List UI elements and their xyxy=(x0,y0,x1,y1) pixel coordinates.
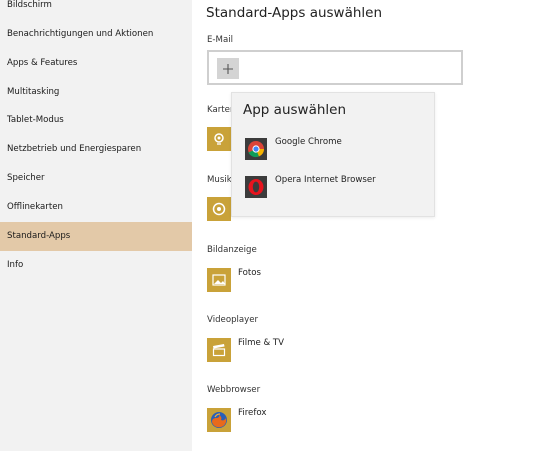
email-label: E-Mail xyxy=(207,35,233,45)
email-default-app-box[interactable] xyxy=(207,50,463,85)
sidebar-item-tablet-modus[interactable]: Tablet-Modus xyxy=(0,106,192,135)
photo-icon xyxy=(207,268,231,292)
music-disc-icon xyxy=(207,197,231,221)
opera-icon xyxy=(244,175,268,199)
video-app-name: Filme & TV xyxy=(238,338,285,348)
browser-label: Webbrowser xyxy=(207,385,261,395)
sidebar-item-netzbetrieb[interactable]: Netzbetrieb und Energiesparen xyxy=(0,135,192,164)
browser-app-name: Firefox xyxy=(238,408,267,418)
firefox-icon xyxy=(207,408,231,432)
photos-app-name: Fotos xyxy=(238,268,261,278)
flyout-item-label: Google Chrome xyxy=(275,137,342,147)
main-content: Standard-Apps auswählen E-Mail Karten Mu… xyxy=(192,0,555,451)
settings-sidebar: Bildschirm Benachrichtigungen und Aktion… xyxy=(0,0,192,451)
sidebar-item-offlinekarten[interactable]: Offlinekarten xyxy=(0,193,192,222)
flyout-item-label: Opera Internet Browser xyxy=(275,175,376,185)
flyout-item-opera[interactable]: Opera Internet Browser xyxy=(244,175,429,199)
app-picker-flyout: App auswählen Google Chrome Opera Intern… xyxy=(231,92,435,217)
video-label: Videoplayer xyxy=(207,315,259,325)
sidebar-item-multitasking[interactable]: Multitasking xyxy=(0,78,192,107)
flyout-item-google-chrome[interactable]: Google Chrome xyxy=(244,137,429,161)
page-title: Standard-Apps auswählen xyxy=(206,5,383,21)
sidebar-item-standard-apps[interactable]: Standard-Apps xyxy=(0,222,192,251)
choose-email-app-button[interactable] xyxy=(217,58,239,79)
sidebar-item-speicher[interactable]: Speicher xyxy=(0,164,192,193)
music-label: Musik xyxy=(207,175,232,185)
sidebar-item-bildschirm[interactable]: Bildschirm xyxy=(0,0,192,20)
sidebar-item-benachrichtigungen[interactable]: Benachrichtigungen und Aktionen xyxy=(0,20,192,49)
sidebar-item-info[interactable]: Info xyxy=(0,251,192,280)
chrome-icon xyxy=(244,137,268,161)
plus-icon xyxy=(223,63,233,74)
photos-label: Bildanzeige xyxy=(207,245,257,255)
flyout-title: App auswählen xyxy=(243,102,347,118)
sidebar-item-apps-features[interactable]: Apps & Features xyxy=(0,49,192,78)
film-clapper-icon xyxy=(207,338,231,362)
maps-icon xyxy=(207,127,231,151)
